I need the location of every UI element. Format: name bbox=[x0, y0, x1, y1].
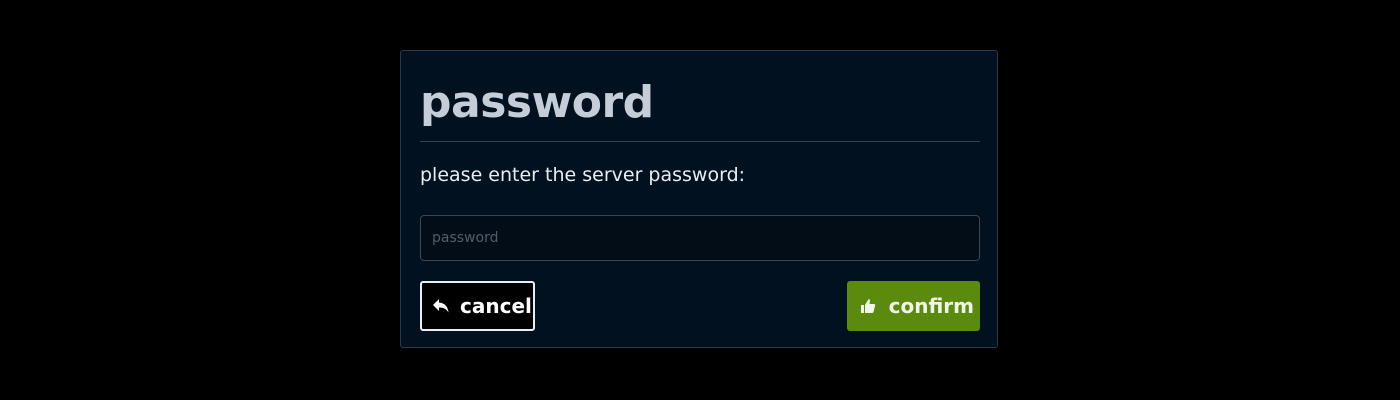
confirm-button-label: confirm bbox=[888, 294, 974, 318]
confirm-button[interactable]: confirm bbox=[847, 281, 980, 331]
dialog-title: password bbox=[420, 77, 654, 128]
password-input[interactable] bbox=[420, 215, 980, 261]
reply-arrow-icon bbox=[432, 297, 450, 315]
dialog-prompt: please enter the server password: bbox=[420, 164, 746, 186]
cancel-button[interactable]: cancel bbox=[420, 281, 535, 331]
thumbs-up-icon bbox=[859, 297, 877, 315]
title-divider bbox=[420, 141, 980, 142]
password-dialog: password please enter the server passwor… bbox=[400, 50, 998, 348]
cancel-button-label: cancel bbox=[460, 294, 532, 318]
